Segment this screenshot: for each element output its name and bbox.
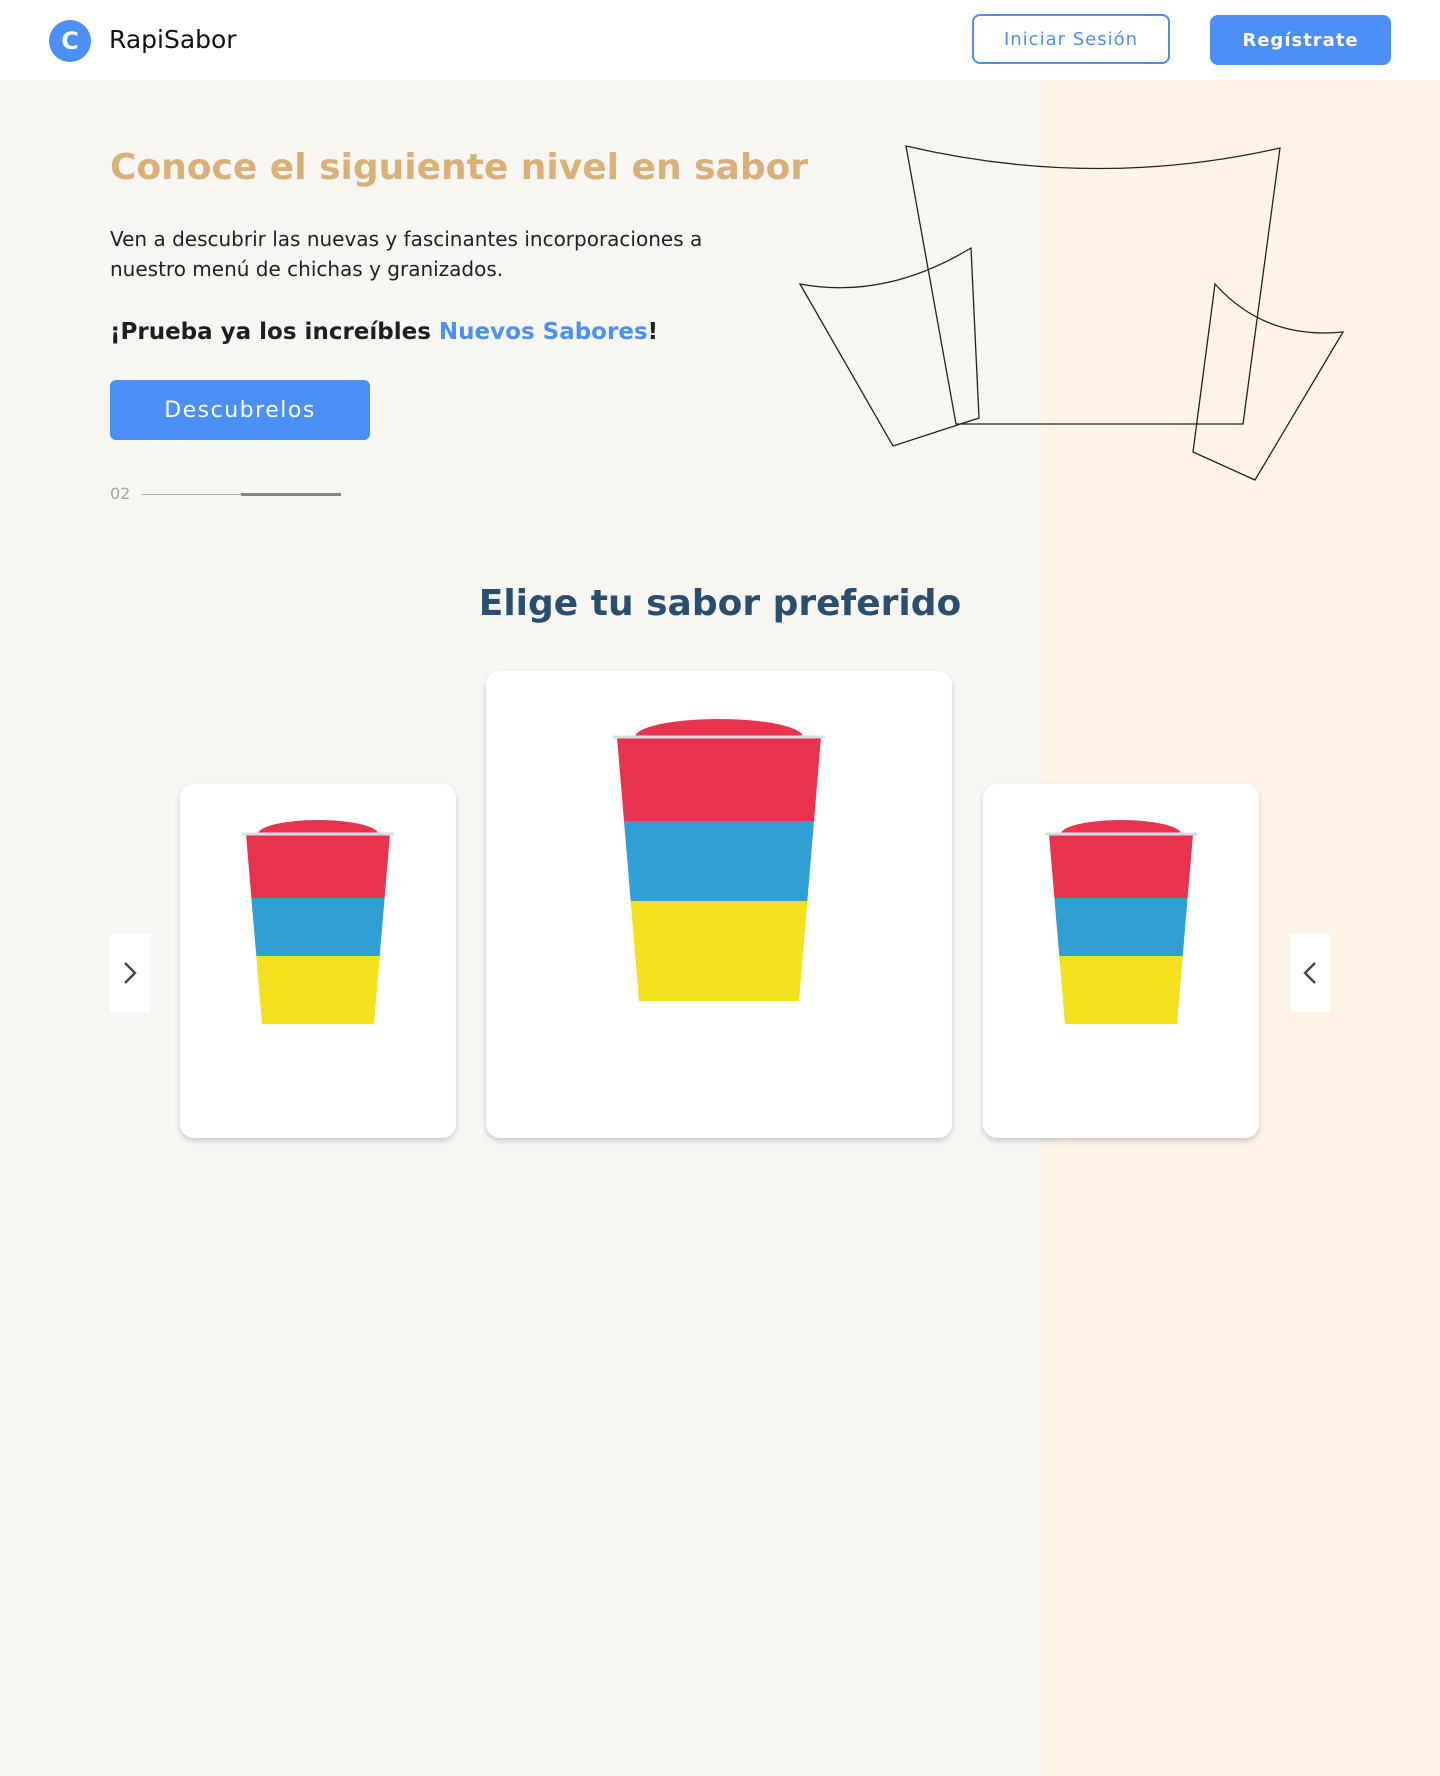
cta-highlight: Nuevos Sabores	[438, 319, 648, 345]
center-cup-outline	[905, 145, 1281, 425]
chevron-right-icon	[124, 962, 137, 984]
top-navbar: C RapiSabor Iniciar Sesión Regístrate	[0, 0, 1440, 80]
slide-progress-active	[241, 493, 341, 496]
brand-name[interactable]: RapiSabor	[109, 24, 237, 56]
slide-number: 02	[110, 484, 131, 503]
register-button[interactable]: Regístrate	[1210, 15, 1391, 65]
right-cup-outline	[1192, 282, 1345, 481]
hero-description: Ven a descubrir las nuevas y fascinantes…	[110, 227, 703, 281]
slushie-cup-image	[613, 719, 825, 1001]
flavor-card[interactable]	[983, 784, 1259, 1138]
login-button[interactable]: Iniciar Sesión	[972, 14, 1170, 64]
discover-button[interactable]: Descubrelos	[110, 380, 370, 440]
logo-icon[interactable]: C	[49, 20, 91, 62]
flavor-card[interactable]	[180, 784, 456, 1138]
cups-outline-illustration	[798, 145, 1345, 481]
hero-title: Conoce el siguiente nivel en sabor	[110, 147, 809, 188]
left-cup-outline	[798, 246, 980, 447]
hero-cta-text: ¡Prueba ya los increíbles Nuevos Sabores…	[110, 316, 658, 348]
carousel-next-button[interactable]	[1290, 934, 1330, 1012]
flavor-card-featured[interactable]	[486, 671, 952, 1138]
slushie-cup-image	[242, 820, 394, 1024]
carousel-prev-button[interactable]	[110, 934, 150, 1012]
chevron-left-icon	[1303, 962, 1316, 984]
cta-suffix: !	[647, 319, 659, 345]
cta-prefix: ¡Prueba ya los increíbles	[110, 319, 439, 345]
slushie-cup-image	[1045, 820, 1197, 1024]
flavors-section-title: Elige tu sabor preferido	[478, 583, 962, 624]
